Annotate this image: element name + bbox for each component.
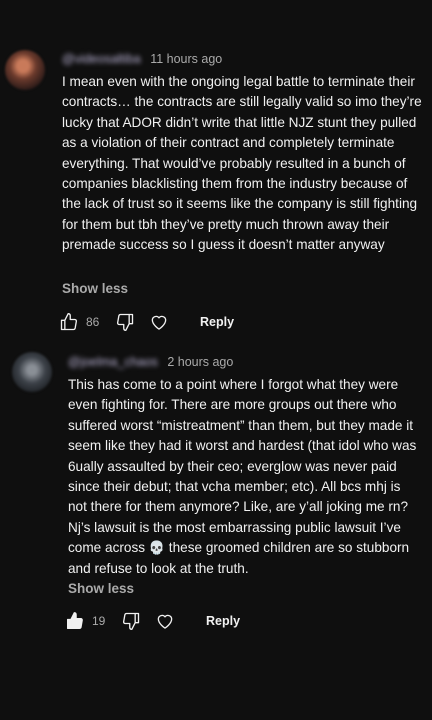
comment-actions: 19 Reply [64, 609, 240, 633]
author-name[interactable]: @videosaltiba [62, 52, 141, 66]
like-count: 19 [92, 614, 106, 628]
comment-text: This has come to a point where I forgot … [68, 375, 422, 579]
comment-meta: @joelma_chaos 2 hours ago [68, 355, 233, 369]
heart-icon[interactable] [154, 610, 176, 632]
thumbs-down-icon[interactable] [114, 311, 136, 333]
avatar[interactable] [5, 50, 45, 90]
comment-actions: 86 Reply [58, 310, 234, 334]
like-count: 86 [86, 315, 100, 329]
show-less-button[interactable]: Show less [68, 581, 134, 596]
avatar[interactable] [12, 352, 52, 392]
thumbs-up-icon[interactable] [64, 610, 86, 632]
thumbs-down-icon[interactable] [120, 610, 142, 632]
comment-text: I mean even with the ongoing legal battl… [62, 74, 422, 253]
comment-meta: @videosaltiba 11 hours ago [62, 52, 222, 66]
comment-time[interactable]: 2 hours ago [167, 355, 233, 369]
author-name[interactable]: @joelma_chaos [68, 355, 158, 369]
comment-text-part: This has come to a point where I forgot … [68, 377, 417, 556]
reply-button[interactable]: Reply [206, 614, 240, 628]
comment-time[interactable]: 11 hours ago [150, 52, 222, 66]
thumbs-up-icon[interactable] [58, 311, 80, 333]
heart-icon[interactable] [148, 311, 170, 333]
reply-button[interactable]: Reply [200, 315, 234, 329]
show-less-button[interactable]: Show less [62, 281, 128, 296]
skull-emoji: 💀 [148, 540, 166, 556]
